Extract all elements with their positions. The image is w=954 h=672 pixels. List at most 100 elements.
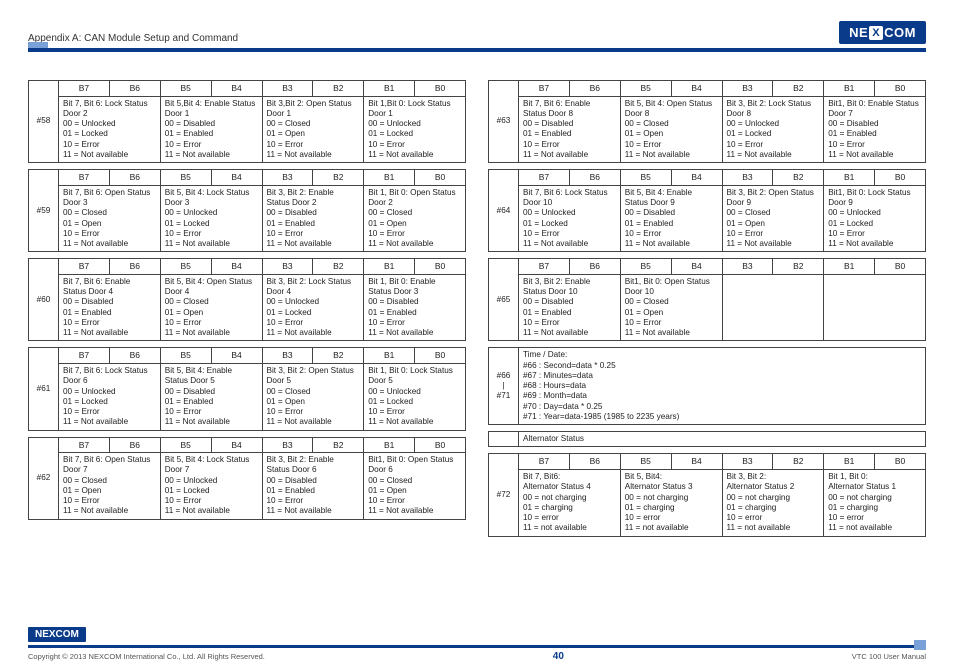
bit-header: B4 [211,170,262,186]
bit-cell: Bit 3, Bit 2: Enable Status Door 2 00 = … [262,185,364,252]
bit-header: B1 [364,437,415,453]
bit-header: B0 [415,348,466,364]
bit-cell: Bit 3, Bit 2: Lock Status Door 4 00 = Un… [262,274,364,341]
bit-header: B0 [415,437,466,453]
bit-header: B6 [109,81,160,97]
bit-header: B6 [109,170,160,186]
bit-header: B1 [364,81,415,97]
register-id: #60 [29,259,59,341]
bit-cell: Bit 5, Bit 4: Open Status Door 8 00 = Cl… [620,96,722,163]
bit-cell: Bit1, Bit 0: Enable Status Door 7 00 = D… [824,96,926,163]
footer-divider [28,645,926,648]
content-columns: #58B7B6B5B4B3B2B1B0Bit 7, Bit 6: Lock St… [28,80,926,543]
bit-header: B7 [519,81,570,97]
bit-cell: Bit 7, Bit 6: Lock Status Door 2 00 = Un… [59,96,161,163]
bit-cell: Bit 7, Bit 6: Lock Status Door 6 00 = Un… [59,364,161,431]
bit-header: B3 [262,348,313,364]
bit-cell: Bit 3, Bit 2: Open Status Door 9 00 = Cl… [722,185,824,252]
bit-header: B3 [262,259,313,275]
bit-header: B4 [671,170,722,186]
bit-cell: Bit 7, Bit 6: Enable Status Door 8 00 = … [519,96,621,163]
bit-header: B2 [773,259,824,275]
bit-header: B1 [364,348,415,364]
register-table: #64B7B6B5B4B3B2B1B0Bit 7, Bit 6: Lock St… [488,169,926,252]
bit-header: B4 [211,437,262,453]
bit-cell [824,274,926,341]
register-table: #59B7B6B5B4B3B2B1B0Bit 7, Bit 6: Open St… [28,169,466,252]
bit-cell: Bit 3,Bit 2: Open Status Door 1 00 = Clo… [262,96,364,163]
bit-header: B1 [824,454,875,470]
left-column: #58B7B6B5B4B3B2B1B0Bit 7, Bit 6: Lock St… [28,80,466,543]
bit-cell: Bit1, Bit 0: Lock Status Door 9 00 = Unl… [824,185,926,252]
bit-header: B7 [59,81,110,97]
bit-header: B5 [160,81,211,97]
bit-header: B3 [262,81,313,97]
bit-header: B4 [671,454,722,470]
register-id: #72 [489,454,519,536]
bit-header: B3 [722,259,773,275]
bit-header: B5 [620,81,671,97]
bit-header: B0 [415,170,466,186]
bit-cell: Bit 1, Bit 0: Open Status Door 2 00 = Cl… [364,185,466,252]
bit-header: B2 [313,437,364,453]
bit-cell: Bit 3, Bit 2: Enable Status Door 6 00 = … [262,453,364,520]
bit-cell: Bit 7, Bit 6: Enable Status Door 4 00 = … [59,274,161,341]
footer-logo: NEXCOM [28,627,86,642]
bit-header: B5 [160,259,211,275]
copyright-text: Copyright © 2013 NEXCOM International Co… [28,652,265,661]
bit-header: B6 [569,259,620,275]
bit-header: B4 [211,81,262,97]
appendix-title: Appendix A: CAN Module Setup and Command [28,33,238,44]
bit-header: B7 [59,170,110,186]
bit-cell: Bit1, Bit 0: Open Status Door 10 00 = Cl… [620,274,722,341]
bit-cell: Bit 5, Bit 4: Enable Status Door 9 00 = … [620,185,722,252]
bit-header: B6 [569,81,620,97]
bit-header: B7 [59,437,110,453]
bit-cell: Bit 7, Bit 6: Lock Status Door 10 00 = U… [519,185,621,252]
right-column: #63B7B6B5B4B3B2B1B0Bit 7, Bit 6: Enable … [488,80,926,543]
bit-header: B3 [722,454,773,470]
register-table: #72B7B6B5B4B3B2B1B0Bit 7, Bit6: Alternat… [488,453,926,536]
bit-header: B7 [59,348,110,364]
bit-header: B2 [313,81,364,97]
page-number: 40 [553,651,564,662]
bit-header: B3 [722,81,773,97]
bit-header: B6 [109,259,160,275]
bit-header: B1 [824,170,875,186]
bit-cell: Bit 3, Bit 2: Lock Status Door 8 00 = Un… [722,96,824,163]
bit-header: B6 [109,437,160,453]
register-table: #63B7B6B5B4B3B2B1B0Bit 7, Bit 6: Enable … [488,80,926,163]
register-id: #66 | #71 [489,348,519,425]
bit-header: B1 [824,81,875,97]
brand-logo: NEXCOM [839,21,926,44]
bit-cell: Bit 5, Bit 4: Open Status Door 4 00 = Cl… [160,274,262,341]
bit-header: B6 [569,454,620,470]
register-id: #59 [29,170,59,252]
full-text-cell: Time / Date: #66 : Second=data * 0.25 #6… [519,348,926,425]
bit-header: B3 [262,170,313,186]
register-table: #60B7B6B5B4B3B2B1B0Bit 7, Bit 6: Enable … [28,258,466,341]
bit-cell: Bit 5, Bit 4: Lock Status Door 3 00 = Un… [160,185,262,252]
bit-cell [722,274,824,341]
register-id: #63 [489,81,519,163]
register-table: #66 | #71Time / Date: #66 : Second=data … [488,347,926,425]
bit-header: B0 [415,259,466,275]
bit-header: B4 [211,259,262,275]
bit-cell: Bit 5,Bit 4: Enable Status Door 1 00 = D… [160,96,262,163]
bit-header: B0 [875,170,926,186]
bit-header: B0 [875,81,926,97]
header-divider [28,48,926,52]
bit-header: B0 [875,259,926,275]
bit-header: B6 [109,348,160,364]
register-id: #64 [489,170,519,252]
bit-header: B2 [313,259,364,275]
bit-header: B6 [569,170,620,186]
bit-header: B4 [671,81,722,97]
register-table: #62B7B6B5B4B3B2B1B0Bit 7, Bit 6: Open St… [28,437,466,520]
bit-header: B2 [773,170,824,186]
register-id: #65 [489,259,519,341]
bit-header: B0 [875,454,926,470]
bit-header: B5 [620,454,671,470]
bit-cell: Bit 5, Bit 4: Lock Status Door 7 00 = Un… [160,453,262,520]
bit-header: B3 [262,437,313,453]
